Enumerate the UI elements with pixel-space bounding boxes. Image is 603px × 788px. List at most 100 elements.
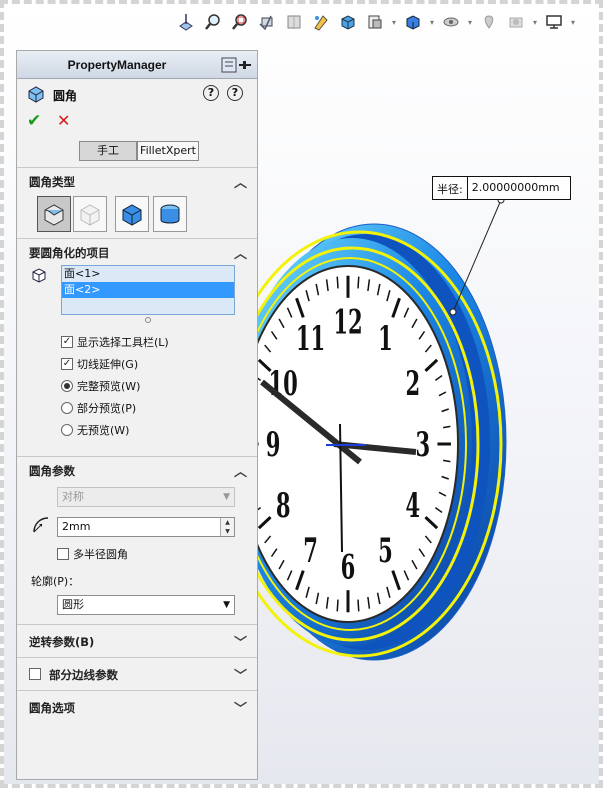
feature-header: 圆角 ? ?: [17, 79, 257, 109]
show-toolbar-checkbox[interactable]: ✓ 显示选择工具栏(L): [61, 333, 169, 351]
face-fillet-button[interactable]: [115, 196, 149, 232]
list-item[interactable]: 面<1>: [62, 266, 234, 282]
monitor-icon[interactable]: [542, 10, 566, 34]
tangent-propagation-checkbox[interactable]: ✓ 切线延伸(G): [61, 355, 138, 373]
selected-faces-list[interactable]: 面<1> 面<2>: [61, 265, 235, 315]
expand-chevron-icon[interactable]: ﹀: [234, 665, 247, 684]
clock-numeral: 5: [378, 530, 393, 571]
clock-tick: [336, 599, 339, 612]
property-manager-panel: PropertyManager 圆角 ? ? ✔ ✕ 手工 FilletXper…: [16, 50, 258, 780]
fillet-options-section[interactable]: 圆角选项 ﹀: [17, 690, 257, 723]
radio-label: 部分预览(P): [77, 402, 137, 415]
view-settings-icon[interactable]: [504, 10, 528, 34]
partial-edge-section[interactable]: 部分边线参数 ﹀: [17, 657, 257, 690]
multi-radius-checkbox[interactable]: 多半径圆角: [57, 545, 128, 563]
dropdown-arrow[interactable]: ▾: [428, 10, 436, 34]
constant-size-fillet-button[interactable]: [37, 196, 71, 232]
list-item[interactable]: 面<2>: [62, 282, 234, 298]
clock-numeral: 7: [303, 530, 318, 571]
dropdown-arrow[interactable]: ▾: [390, 10, 398, 34]
hide-show-icon[interactable]: [401, 10, 425, 34]
edit-appearance-icon[interactable]: [439, 10, 463, 34]
radio-unselected[interactable]: [61, 424, 73, 436]
params-header[interactable]: 圆角参数 ︿: [17, 457, 257, 483]
feature-name: 圆角: [53, 89, 78, 103]
chevron-down-icon: ▼: [223, 492, 230, 502]
dropdown-arrow[interactable]: ▾: [466, 10, 474, 34]
graphics-area[interactable]: 12 1 2 3 4 5 6 7 8 9 10 11 半径: 2.00000000mm ▾ ▾ ▾: [4, 4, 599, 784]
help-icon[interactable]: ?: [227, 85, 243, 101]
full-round-fillet-button[interactable]: [153, 196, 187, 232]
radio-selected[interactable]: [61, 380, 73, 392]
whats-new-icon[interactable]: ?: [203, 85, 219, 101]
fillet-type-buttons: [17, 194, 257, 238]
section-heading: 圆角选项: [29, 701, 75, 715]
dropdown-arrow[interactable]: ▾: [531, 10, 539, 34]
ok-check-icon[interactable]: ✔: [27, 111, 41, 131]
callout-value[interactable]: 2.00000000mm: [468, 177, 570, 199]
zoom-area-icon[interactable]: [228, 10, 252, 34]
pin-icon[interactable]: [221, 57, 253, 73]
fillet-icon: [27, 85, 45, 103]
section-view-icon[interactable]: [282, 10, 306, 34]
dynamic-annotation-icon[interactable]: [309, 10, 333, 34]
apply-scene-icon[interactable]: [477, 10, 501, 34]
dropdown-arrow[interactable]: ▾: [569, 10, 577, 34]
items-heading: 要圆角化的项目: [29, 246, 110, 260]
fillet-method-select[interactable]: 对称 ▼: [57, 487, 235, 507]
property-manager-header: PropertyManager: [17, 51, 257, 79]
expand-chevron-icon[interactable]: ﹀: [234, 632, 247, 651]
variable-size-fillet-button[interactable]: [73, 196, 107, 232]
collapse-chevron-icon[interactable]: ︿: [234, 172, 247, 191]
radio-label: 完整预览(W): [77, 380, 141, 393]
clock-numeral: 2: [406, 362, 421, 403]
fillet-type-section: 圆角类型 ︿: [17, 167, 257, 238]
tab-filletxpert[interactable]: FilletXpert: [137, 141, 199, 161]
tab-manual[interactable]: 手工: [79, 141, 137, 161]
zoom-to-fit-icon[interactable]: [201, 10, 225, 34]
collapse-chevron-icon[interactable]: ︿: [234, 243, 247, 262]
checkbox-label: 显示选择工具栏(L): [77, 336, 169, 349]
collapse-chevron-icon[interactable]: ︿: [234, 461, 247, 480]
section-heading: 部分边线参数: [49, 668, 118, 682]
checkbox-unchecked[interactable]: [57, 548, 69, 560]
view-orientation-icon[interactable]: [336, 10, 360, 34]
no-preview-radio[interactable]: 无预览(W): [61, 421, 129, 439]
radio-label: 无预览(W): [77, 424, 130, 437]
items-to-fillet-section: 要圆角化的项目 ︿ 面<1> 面<2> ✓ 显示选择工具栏(L) ✓ 切线延伸(…: [17, 238, 257, 456]
expand-chevron-icon[interactable]: ﹀: [234, 698, 247, 717]
select-value: 圆形: [62, 598, 84, 611]
params-heading: 圆角参数: [29, 464, 75, 478]
clock-numeral: 11: [296, 318, 325, 359]
spin-buttons[interactable]: ▲ ▼: [220, 518, 234, 536]
partial-preview-radio[interactable]: 部分预览(P): [61, 399, 136, 417]
checkbox-unchecked[interactable]: [29, 668, 41, 680]
checkbox-checked[interactable]: ✓: [61, 336, 73, 348]
radio-unselected[interactable]: [61, 402, 73, 414]
checkbox-checked[interactable]: ✓: [61, 358, 73, 370]
resize-handle[interactable]: [145, 317, 151, 323]
normal-to-icon[interactable]: [174, 10, 198, 34]
full-preview-radio[interactable]: 完整预览(W): [61, 377, 140, 395]
profile-select[interactable]: 圆形 ▼: [57, 595, 235, 615]
fillet-type-header[interactable]: 圆角类型 ︿: [17, 168, 257, 194]
ok-cancel-row: ✔ ✕: [17, 109, 257, 133]
checkbox-label: 切线延伸(G): [77, 358, 139, 371]
select-value: 对称: [62, 490, 84, 503]
chevron-down-icon: ▼: [223, 600, 230, 610]
setback-parameters-section[interactable]: 逆转参数(B) ﹀: [17, 624, 257, 657]
clock-tick: [357, 599, 360, 612]
clock-numeral: 3: [416, 424, 431, 465]
radius-callout[interactable]: 半径: 2.00000000mm: [432, 176, 571, 200]
face-selection-icon: [31, 267, 47, 286]
fillet-type-heading: 圆角类型: [29, 175, 75, 189]
radius-input[interactable]: 2mm ▲ ▼: [57, 517, 235, 537]
radius-icon: [31, 515, 51, 538]
fillet-parameters-section: 圆角参数 ︿ 对称 ▼ 2mm ▲ ▼ 多半径圆角 轮廓(P)： 圆形 ▼: [17, 456, 257, 616]
clock-numeral: 4: [406, 485, 421, 526]
callout-label: 半径:: [433, 177, 468, 199]
clock-numeral: 6: [341, 546, 356, 587]
display-style-icon[interactable]: [363, 10, 387, 34]
cancel-x-icon[interactable]: ✕: [57, 111, 70, 130]
previous-view-icon[interactable]: [255, 10, 279, 34]
